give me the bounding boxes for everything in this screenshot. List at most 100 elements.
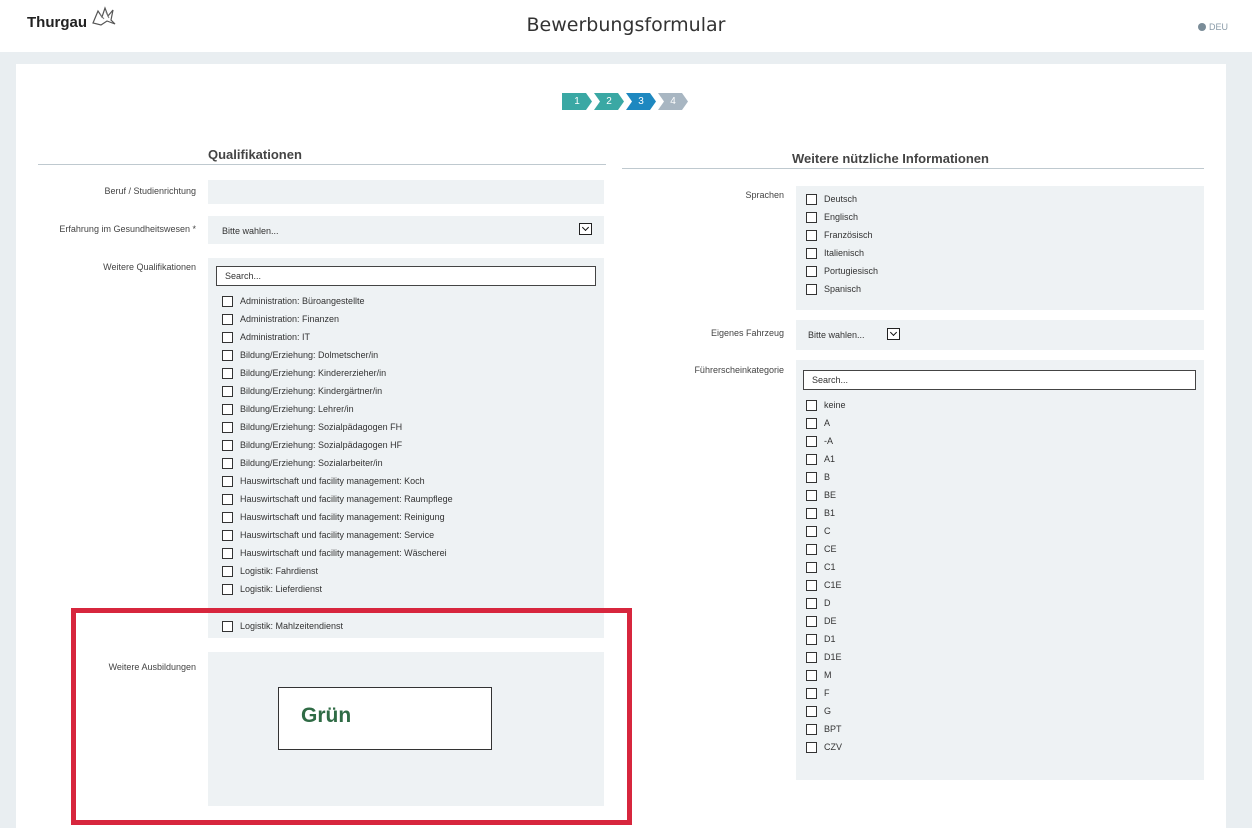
- list-item[interactable]: Italienisch: [806, 244, 1186, 262]
- list-item[interactable]: BE: [806, 486, 1186, 504]
- list-item[interactable]: A: [806, 414, 1186, 432]
- checkbox[interactable]: [806, 705, 817, 717]
- list-item[interactable]: D1E: [806, 648, 1186, 666]
- checkbox[interactable]: [806, 229, 817, 241]
- list-item-label: D1: [824, 634, 836, 644]
- checkbox[interactable]: [222, 421, 233, 433]
- list-item[interactable]: Bildung/Erziehung: Kindererzieher/in: [222, 364, 602, 382]
- list-item[interactable]: G: [806, 702, 1186, 720]
- list-item[interactable]: Bildung/Erziehung: Sozialpädagogen FH: [222, 418, 602, 436]
- list-item[interactable]: C: [806, 522, 1186, 540]
- checkbox[interactable]: [222, 331, 233, 343]
- checkbox[interactable]: [806, 525, 817, 537]
- list-item[interactable]: Bildung/Erziehung: Lehrer/in: [222, 400, 602, 418]
- list-item[interactable]: Hauswirtschaft und facility management: …: [222, 544, 602, 562]
- checkbox[interactable]: [222, 475, 233, 487]
- checkbox[interactable]: [222, 313, 233, 325]
- checkbox[interactable]: [806, 687, 817, 699]
- list-item[interactable]: Bildung/Erziehung: Sozialpädagogen HF: [222, 436, 602, 454]
- list-item[interactable]: Hauswirtschaft und facility management: …: [222, 490, 602, 508]
- checkbox[interactable]: [222, 367, 233, 379]
- checkbox[interactable]: [806, 489, 817, 501]
- checkbox[interactable]: [806, 669, 817, 681]
- checkbox[interactable]: [806, 247, 817, 259]
- list-item[interactable]: C1E: [806, 576, 1186, 594]
- checkbox[interactable]: [806, 507, 817, 519]
- list-item[interactable]: Administration: Büroangestellte: [222, 292, 602, 310]
- step-3[interactable]: 3: [626, 93, 656, 110]
- checkbox[interactable]: [222, 403, 233, 415]
- checkbox[interactable]: [806, 579, 817, 591]
- list-item[interactable]: M: [806, 666, 1186, 684]
- step-4[interactable]: 4: [658, 93, 688, 110]
- list-item-label: Logistik: Lieferdienst: [240, 584, 323, 594]
- checkbox[interactable]: [806, 417, 817, 429]
- checkbox[interactable]: [222, 349, 233, 361]
- list-item[interactable]: D: [806, 594, 1186, 612]
- checkbox[interactable]: [222, 547, 233, 559]
- list-item[interactable]: Spanisch: [806, 280, 1186, 298]
- checkbox[interactable]: [806, 471, 817, 483]
- erfahrung-dropdown-chevron-icon[interactable]: [579, 223, 592, 235]
- checkbox[interactable]: [222, 295, 233, 307]
- language-switcher[interactable]: DEU: [1197, 22, 1228, 32]
- beruf-input[interactable]: [208, 180, 604, 204]
- qualifikationen-search-input[interactable]: Search...: [216, 266, 596, 286]
- list-item[interactable]: Logistik: Lieferdienst: [222, 580, 602, 598]
- checkbox[interactable]: [222, 457, 233, 469]
- list-item[interactable]: Englisch: [806, 208, 1186, 226]
- list-item[interactable]: CZV: [806, 738, 1186, 756]
- list-item[interactable]: BPT: [806, 720, 1186, 738]
- list-item[interactable]: B: [806, 468, 1186, 486]
- checkbox[interactable]: [806, 283, 817, 295]
- checkbox[interactable]: [222, 583, 233, 595]
- checkbox[interactable]: [222, 565, 233, 577]
- list-item[interactable]: keine: [806, 396, 1186, 414]
- checkbox[interactable]: [806, 615, 817, 627]
- step-1[interactable]: 1: [562, 93, 592, 110]
- checkbox[interactable]: [222, 529, 233, 541]
- list-item[interactable]: C1: [806, 558, 1186, 576]
- list-item[interactable]: F: [806, 684, 1186, 702]
- list-item[interactable]: -A: [806, 432, 1186, 450]
- checkbox[interactable]: [222, 511, 233, 523]
- list-item[interactable]: Bildung/Erziehung: Dolmetscher/in: [222, 346, 602, 364]
- checkbox[interactable]: [806, 651, 817, 663]
- list-item[interactable]: DE: [806, 612, 1186, 630]
- list-item[interactable]: A1: [806, 450, 1186, 468]
- list-item[interactable]: Französisch: [806, 226, 1186, 244]
- checkbox[interactable]: [806, 597, 817, 609]
- language-label: DEU: [1208, 22, 1228, 32]
- list-item[interactable]: Administration: Finanzen: [222, 310, 602, 328]
- checkbox[interactable]: [222, 493, 233, 505]
- checkbox[interactable]: [806, 435, 817, 447]
- checkbox[interactable]: [806, 211, 817, 223]
- list-item[interactable]: Logistik: Fahrdienst: [222, 562, 602, 580]
- checkbox[interactable]: [806, 399, 817, 411]
- checkbox[interactable]: [806, 543, 817, 555]
- checkbox[interactable]: [806, 453, 817, 465]
- checkbox[interactable]: [806, 723, 817, 735]
- list-item[interactable]: Hauswirtschaft und facility management: …: [222, 526, 602, 544]
- checkbox[interactable]: [222, 385, 233, 397]
- step-2[interactable]: 2: [594, 93, 624, 110]
- checkbox[interactable]: [806, 561, 817, 573]
- list-item[interactable]: Hauswirtschaft und facility management: …: [222, 508, 602, 526]
- checkbox[interactable]: [806, 633, 817, 645]
- list-item[interactable]: Hauswirtschaft und facility management: …: [222, 472, 602, 490]
- checkbox[interactable]: [806, 265, 817, 277]
- list-item[interactable]: Administration: IT: [222, 328, 602, 346]
- list-item[interactable]: Bildung/Erziehung: Sozialarbeiter/in: [222, 454, 602, 472]
- list-item[interactable]: Bildung/Erziehung: Kindergärtner/in: [222, 382, 602, 400]
- fuehrerschein-search-input[interactable]: Search...: [803, 370, 1196, 390]
- list-item[interactable]: Deutsch: [806, 190, 1186, 208]
- list-item[interactable]: B1: [806, 504, 1186, 522]
- checkbox[interactable]: [222, 439, 233, 451]
- fahrzeug-dropdown-chevron-icon[interactable]: [887, 328, 900, 340]
- checkbox[interactable]: [806, 193, 817, 205]
- list-item[interactable]: CE: [806, 540, 1186, 558]
- list-item[interactable]: Portugiesisch: [806, 262, 1186, 280]
- list-item-label: C1: [824, 562, 836, 572]
- checkbox[interactable]: [806, 741, 817, 753]
- list-item[interactable]: D1: [806, 630, 1186, 648]
